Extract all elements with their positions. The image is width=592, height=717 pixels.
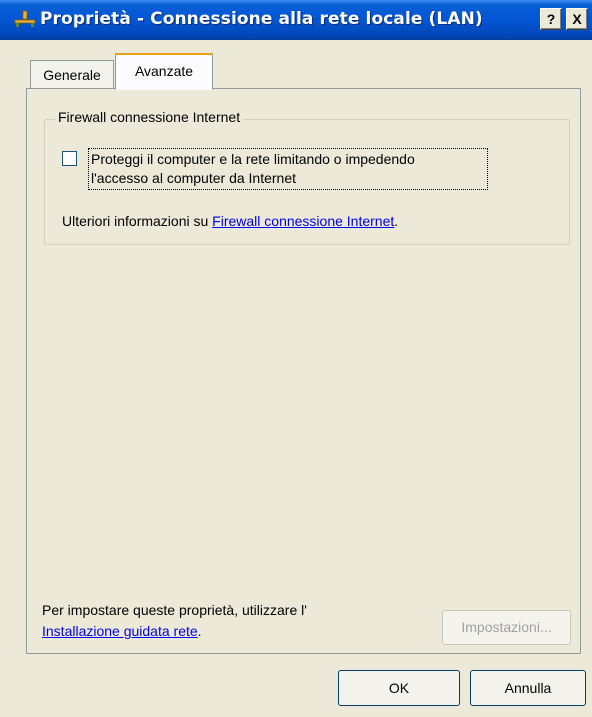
network-setup-wizard-link[interactable]: Installazione guidata rete [42, 623, 198, 639]
firewall-checkbox-label[interactable]: Proteggi il computer e la rete limitando… [88, 148, 488, 190]
tab-generale[interactable]: Generale [30, 60, 114, 88]
firewall-checkbox-label-line1: Proteggi il computer e la rete limitando… [91, 151, 415, 167]
settings-button[interactable]: Impostazioni... [442, 610, 571, 645]
close-button[interactable]: X [566, 8, 588, 30]
network-connection-icon [14, 10, 36, 28]
firewall-checkbox-label-line2: l'accesso al computer da Internet [91, 170, 297, 186]
firewall-checkbox[interactable] [62, 151, 77, 166]
firewall-info-link[interactable]: Firewall connessione Internet [212, 213, 394, 229]
network-setup-suffix: . [197, 623, 202, 639]
window-title: Proprietà - Connessione alla rete locale… [40, 9, 483, 29]
tab-avanzate[interactable]: Avanzate [115, 53, 213, 90]
network-setup-note: Per impostare queste proprietà, utilizza… [42, 600, 307, 642]
title-bar[interactable]: Proprietà - Connessione alla rete locale… [0, 0, 592, 40]
help-button[interactable]: ? [540, 8, 562, 30]
network-setup-text: Per impostare queste proprietà, utilizza… [42, 602, 307, 618]
firewall-info-prefix: Ulteriori informazioni su [62, 213, 213, 229]
ok-button[interactable]: OK [338, 670, 460, 706]
firewall-info-suffix: . [394, 213, 399, 229]
cancel-button[interactable]: Annulla [470, 670, 586, 706]
firewall-group-legend: Firewall connessione Internet [55, 109, 244, 125]
firewall-info-line: Ulteriori informazioni su Firewall conne… [62, 213, 398, 229]
